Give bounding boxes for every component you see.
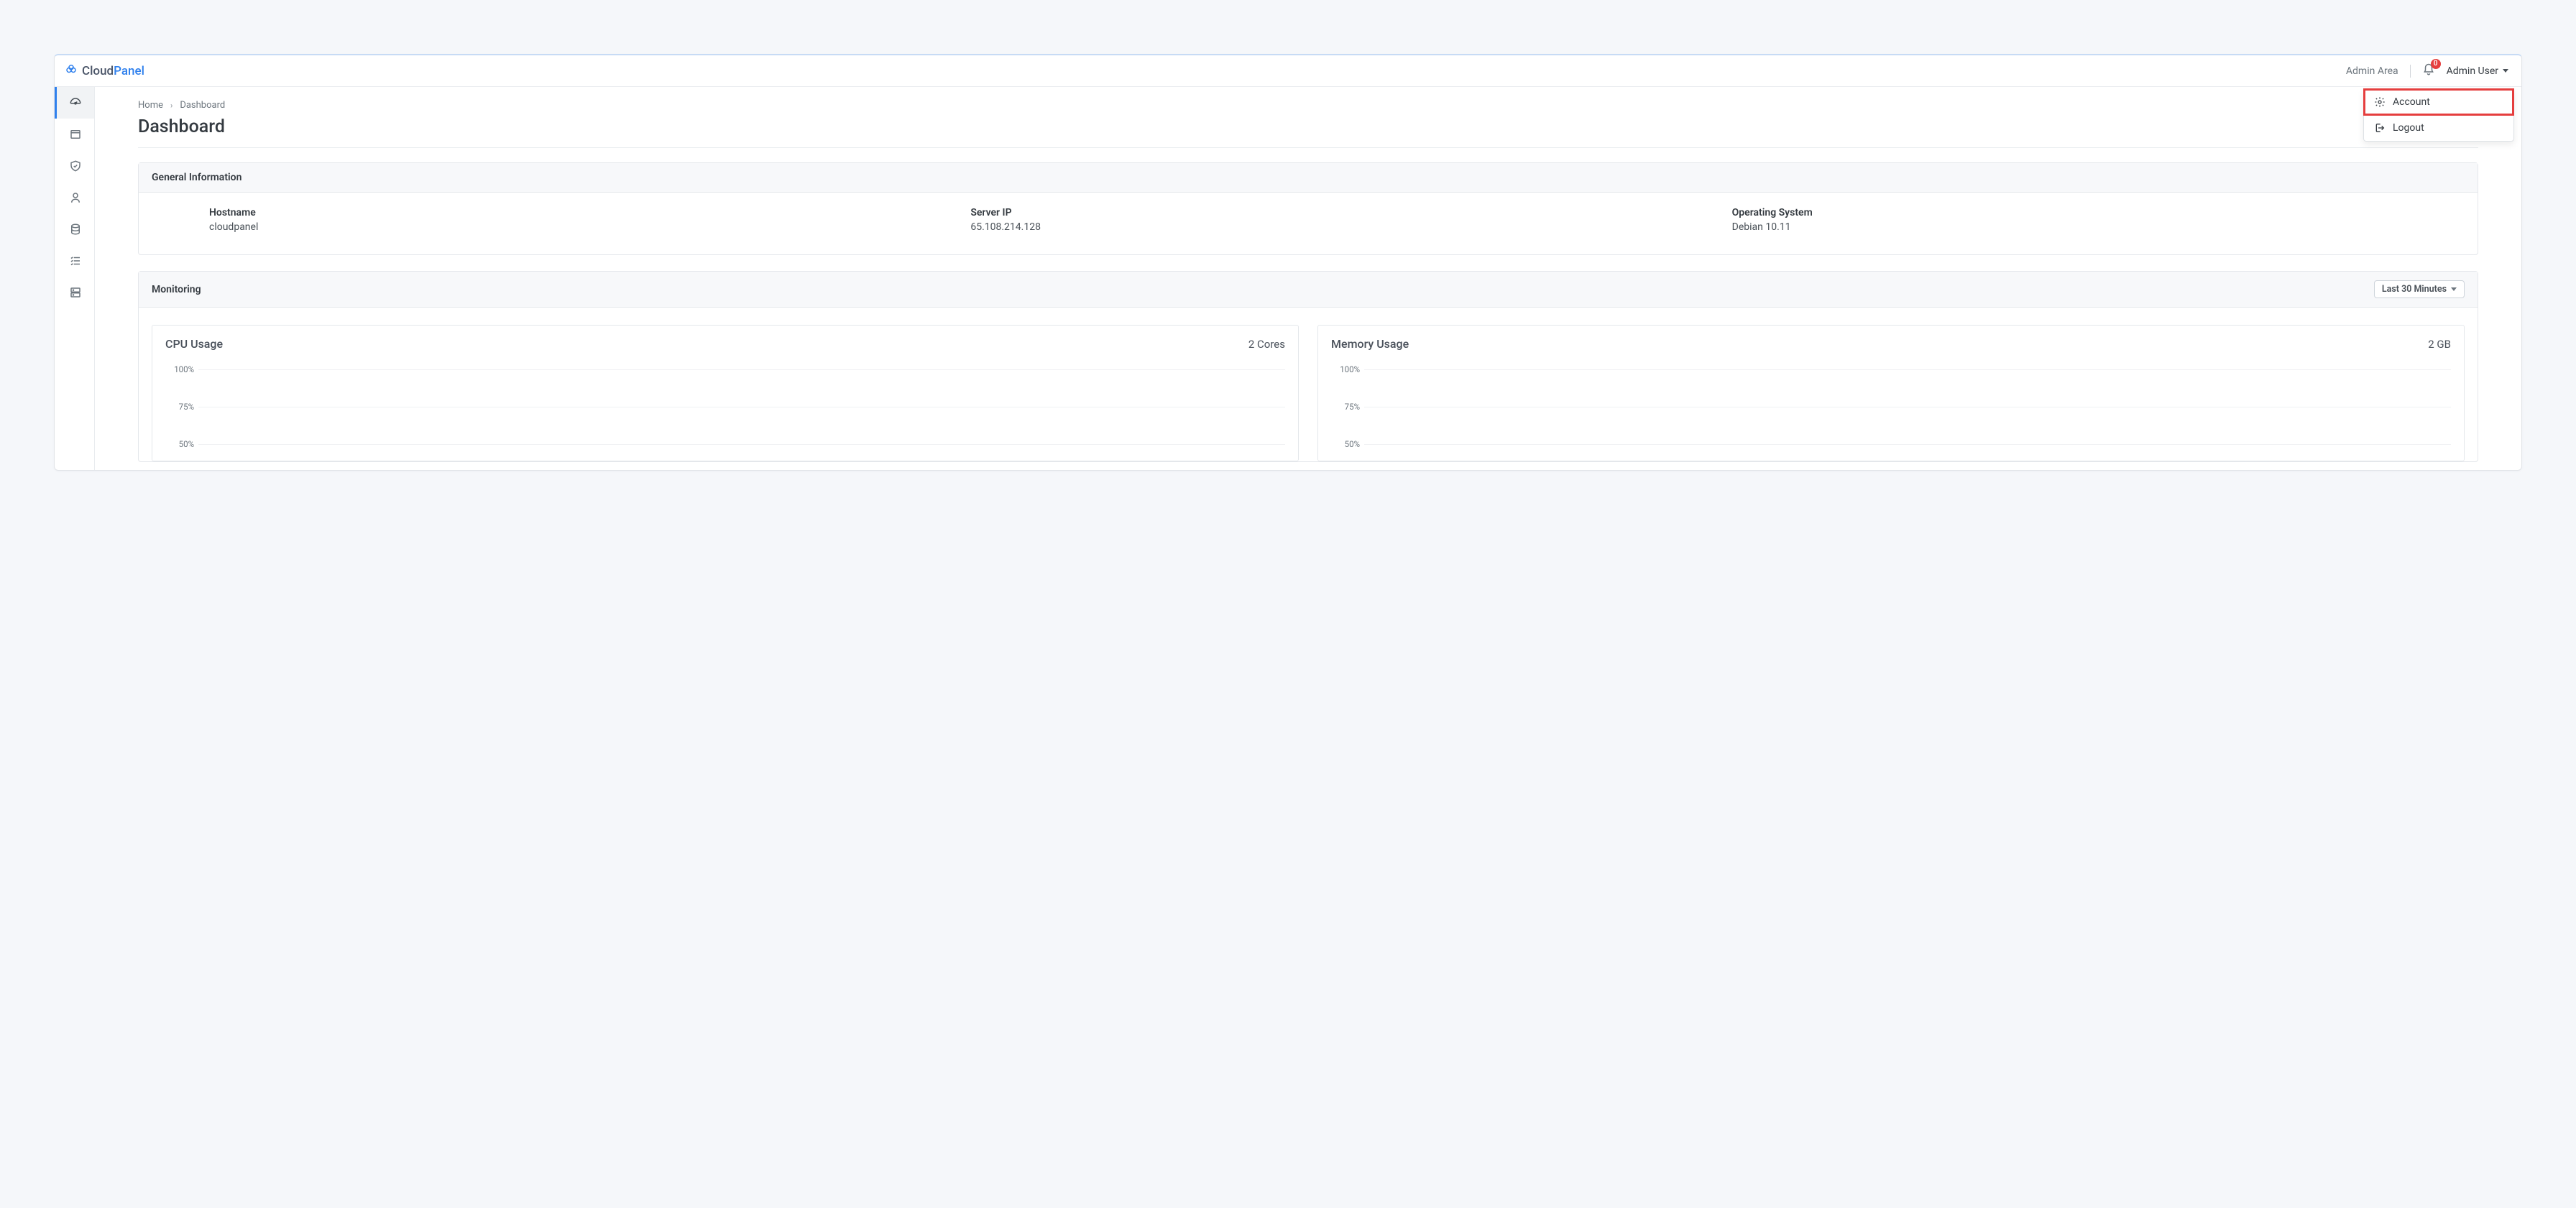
monitoring-card: Monitoring Last 30 Minutes CPU Usage 2 C… [138, 271, 2478, 462]
memory-chart-title: Memory Usage [1331, 337, 1409, 351]
ytick-50: 50% [165, 439, 194, 449]
sidebar-item-users[interactable] [55, 182, 94, 213]
main-content: Home › Dashboard Dashboard General Infor… [95, 87, 2521, 470]
divider [2410, 65, 2411, 78]
page-title: Dashboard [138, 116, 2478, 148]
memory-chart-sub: 2 GB [2428, 338, 2451, 351]
breadcrumb-home[interactable]: Home [138, 100, 163, 111]
hostname-label: Hostname [209, 207, 942, 218]
os-label: Operating System [1732, 207, 2465, 218]
server-icon [69, 286, 82, 299]
brand-logo[interactable]: CloudPanel [65, 63, 144, 79]
admin-area-link[interactable]: Admin Area [2346, 65, 2398, 77]
general-info-header: General Information [139, 163, 2478, 193]
memory-chart-card: Memory Usage 2 GB 100% 75% 50% [1317, 325, 2465, 461]
gauge-icon [69, 96, 82, 109]
ytick-100: 100% [1331, 364, 1360, 374]
database-icon [69, 223, 82, 236]
window-icon [69, 128, 82, 141]
list-check-icon [69, 254, 82, 267]
general-info-card: General Information Hostname cloudpanel … [138, 162, 2478, 255]
cpu-chart-card: CPU Usage 2 Cores 100% 75% 50% [152, 325, 1299, 461]
user-icon [69, 191, 82, 204]
breadcrumb: Home › Dashboard [138, 100, 2478, 111]
serverip-value: 65.108.214.128 [970, 221, 1703, 233]
monitoring-header: Monitoring [152, 284, 201, 295]
user-menu-toggle[interactable]: Admin User [2447, 65, 2508, 77]
user-menu-label: Admin User [2447, 65, 2498, 77]
ytick-75: 75% [165, 402, 194, 412]
ytick-100: 100% [165, 364, 194, 374]
serverip-label: Server IP [970, 207, 1703, 218]
brand-text-2: Panel [114, 64, 144, 78]
breadcrumb-current: Dashboard [180, 100, 225, 111]
caret-down-icon [2451, 287, 2457, 291]
brand-text-1: Cloud [82, 64, 114, 78]
ytick-75: 75% [1331, 402, 1360, 412]
hostname-value: cloudpanel [209, 221, 942, 233]
sidebar-item-servers[interactable] [55, 277, 94, 308]
ytick-50: 50% [1331, 439, 1360, 449]
sidebar-item-databases[interactable] [55, 213, 94, 245]
time-range-select[interactable]: Last 30 Minutes [2374, 280, 2465, 298]
topbar: CloudPanel Admin Area 0 Admin User [55, 55, 2521, 87]
account-menu-item[interactable]: Account [2364, 89, 2513, 115]
notifications-button[interactable]: 0 [2422, 63, 2435, 79]
account-label: Account [2393, 96, 2430, 108]
notifications-badge: 0 [2431, 59, 2441, 69]
sidebar-item-dashboard[interactable] [55, 87, 94, 119]
sidebar [55, 87, 95, 470]
sidebar-item-sites[interactable] [55, 119, 94, 150]
cpu-chart-title: CPU Usage [165, 337, 223, 351]
caret-down-icon [2503, 69, 2508, 73]
shield-icon [69, 160, 82, 172]
cpu-chart-area: 100% 75% 50% [165, 362, 1285, 461]
logout-label: Logout [2393, 122, 2424, 134]
gear-icon [2374, 96, 2386, 108]
cpu-chart-sub: 2 Cores [1248, 338, 1285, 351]
memory-chart-area: 100% 75% 50% [1331, 362, 2451, 461]
cloud-icon [65, 63, 78, 79]
sidebar-item-security[interactable] [55, 150, 94, 182]
sidebar-item-logs[interactable] [55, 245, 94, 277]
logout-icon [2374, 122, 2386, 134]
app-window: CloudPanel Admin Area 0 Admin User [54, 54, 2522, 471]
os-value: Debian 10.11 [1732, 221, 2465, 233]
user-dropdown: Account Logout [2363, 88, 2514, 142]
time-range-label: Last 30 Minutes [2382, 284, 2447, 295]
chevron-right-icon: › [170, 101, 172, 110]
logout-menu-item[interactable]: Logout [2364, 115, 2513, 141]
